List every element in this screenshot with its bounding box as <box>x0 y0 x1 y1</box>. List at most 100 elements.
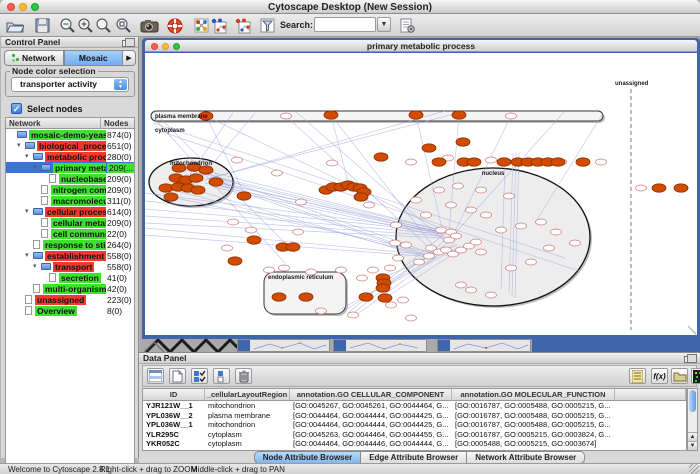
network-node-selected[interactable] <box>376 284 390 292</box>
tree-row-label[interactable]: transport <box>53 262 94 272</box>
table-cell[interactable]: [GO:0044464, GO:0044444, GO:0044425, G..… <box>290 411 452 421</box>
table-column-header[interactable]: annotation.GO MOLECULAR_FUNCTION <box>452 389 615 400</box>
network-node[interactable] <box>357 275 368 281</box>
network-node[interactable] <box>496 227 507 233</box>
scroll-up-button[interactable]: ▲ <box>688 432 697 441</box>
table-cell[interactable]: mitochondrion <box>205 401 290 411</box>
network-node[interactable] <box>636 185 647 191</box>
tab-overflow-button[interactable]: ▶ <box>123 50 136 66</box>
network-node[interactable] <box>398 297 409 303</box>
network-node-selected[interactable] <box>452 111 466 119</box>
tree-row[interactable]: response to stimulu264(0) <box>6 239 134 250</box>
network-node[interactable] <box>296 199 307 205</box>
network-node[interactable] <box>364 202 375 208</box>
help-lifesaver-icon[interactable] <box>164 16 186 35</box>
scrollbar-thumb[interactable] <box>689 390 696 412</box>
table-cell[interactable]: [GO:0045267, GO:0045261, GO:0044464, G..… <box>290 401 452 411</box>
node-color-dropdown[interactable]: transporter activity ▲▼ <box>11 77 129 92</box>
tree-row[interactable]: unassigned223(0) <box>6 294 134 305</box>
tree-row[interactable]: ▾establishment of lo558(0) <box>6 250 134 261</box>
table-scrollbar[interactable]: ▲ ▼ <box>687 388 698 451</box>
tree-row-label[interactable]: unassigned <box>35 295 86 305</box>
network-node-selected[interactable] <box>354 193 368 201</box>
network-node[interactable] <box>316 308 327 314</box>
tree-row[interactable]: nitrogen compo209(0) <box>6 184 134 195</box>
table-row[interactable]: YLR295Ccytoplasm[GO:0045263, GO:0044464,… <box>143 430 686 440</box>
save-icon[interactable] <box>31 16 53 35</box>
network-node[interactable] <box>391 222 402 228</box>
tab-network[interactable]: Network <box>4 50 64 66</box>
annotation-settings-icon[interactable] <box>396 16 418 35</box>
network-node-selected[interactable] <box>422 144 436 152</box>
layout-nodes-blue-icon[interactable] <box>208 16 230 35</box>
matrix-icon[interactable] <box>691 368 700 384</box>
tree-row-label[interactable]: nucleobase- <box>59 174 106 184</box>
network-node[interactable] <box>596 159 607 165</box>
network-node-selected[interactable] <box>199 166 213 174</box>
network-node[interactable] <box>293 229 304 235</box>
table-cell[interactable]: YKR052C <box>143 439 205 449</box>
create-attribute-icon[interactable] <box>169 368 186 384</box>
table-cell[interactable]: cytoplasm <box>205 439 290 449</box>
disclosure-triangle-icon[interactable]: ▾ <box>17 141 21 149</box>
network-node-selected[interactable] <box>189 174 203 182</box>
table-cell[interactable]: [GO:0044464, GO:0044446, GO:0044444, G..… <box>290 439 452 449</box>
network-node[interactable] <box>281 113 292 119</box>
network-node[interactable] <box>368 267 379 273</box>
tree-column-nodes[interactable]: Nodes <box>101 118 131 128</box>
network-node-selected[interactable] <box>409 111 423 119</box>
network-node[interactable] <box>504 193 515 199</box>
network-node-selected[interactable] <box>324 111 338 119</box>
float-data-panel-icon[interactable] <box>684 356 692 363</box>
network-node[interactable] <box>246 227 257 233</box>
network-node[interactable] <box>421 212 432 218</box>
table-cell[interactable]: YLR295C <box>143 430 205 440</box>
unselect-attributes-icon[interactable] <box>213 368 230 384</box>
tree-row[interactable]: ▾primary metabo209(... <box>6 162 134 173</box>
network-node[interactable] <box>471 239 482 245</box>
tree-row[interactable]: macromolecule311(0) <box>6 195 134 206</box>
network-node[interactable] <box>551 229 562 235</box>
network-node[interactable] <box>414 259 425 265</box>
network-node[interactable] <box>456 282 467 288</box>
network-node-selected[interactable] <box>374 153 388 161</box>
minimized-window[interactable] <box>333 339 427 352</box>
network-node[interactable] <box>434 187 445 193</box>
network-node-selected[interactable] <box>164 193 178 201</box>
network-node[interactable] <box>466 287 477 293</box>
network-node-selected[interactable] <box>652 184 666 192</box>
table-cell[interactable]: [GO:0016787, GO:0005488, GO:0005215, G..… <box>452 420 615 430</box>
network-canvas[interactable]: plasma membranecytoplasmmitochondrionnuc… <box>145 53 697 335</box>
tree-row-label[interactable]: primary metabo <box>53 163 106 173</box>
network-node[interactable] <box>526 259 537 265</box>
table-cell[interactable]: [GO:0016787, GO:0005488, GO:0005215, G..… <box>452 411 615 421</box>
network-node[interactable] <box>386 302 397 308</box>
table-cell[interactable]: [GO:0016787, GO:0005488, GO:0005215, G..… <box>452 401 615 411</box>
select-attributes-icon[interactable] <box>191 368 208 384</box>
network-node[interactable] <box>536 219 547 225</box>
network-node-selected[interactable] <box>674 184 688 192</box>
tree-row[interactable]: ▾biological_process651(0) <box>6 140 134 151</box>
tree-row[interactable]: multi-organism pro42(0) <box>6 283 134 294</box>
tree-row-label[interactable]: biological_process <box>37 141 106 151</box>
table-cell[interactable]: plasma membrane <box>205 411 290 421</box>
tree-row[interactable]: ▾transport558(0) <box>6 261 134 272</box>
network-node[interactable] <box>390 240 401 246</box>
disclosure-triangle-icon[interactable]: ▾ <box>25 251 29 259</box>
resize-grip[interactable] <box>689 464 699 474</box>
network-node[interactable] <box>393 255 404 261</box>
minimized-window[interactable] <box>437 339 531 352</box>
tree-row-label[interactable]: macromolecule <box>51 196 106 206</box>
network-node-selected[interactable] <box>467 158 481 166</box>
network-node-selected[interactable] <box>272 293 286 301</box>
zoom-selected-icon[interactable] <box>92 16 114 35</box>
network-node[interactable] <box>544 245 555 251</box>
network-node-selected[interactable] <box>209 178 223 186</box>
network-node[interactable] <box>444 237 455 243</box>
disclosure-triangle-icon[interactable]: ▾ <box>33 163 37 171</box>
network-node[interactable] <box>264 267 275 273</box>
tree-row[interactable]: ▾cellular process614(0) <box>6 206 134 217</box>
disclosure-triangle-icon[interactable]: ▾ <box>33 262 37 270</box>
network-node[interactable] <box>272 170 283 176</box>
formula-icon[interactable]: f(x) <box>651 368 668 384</box>
